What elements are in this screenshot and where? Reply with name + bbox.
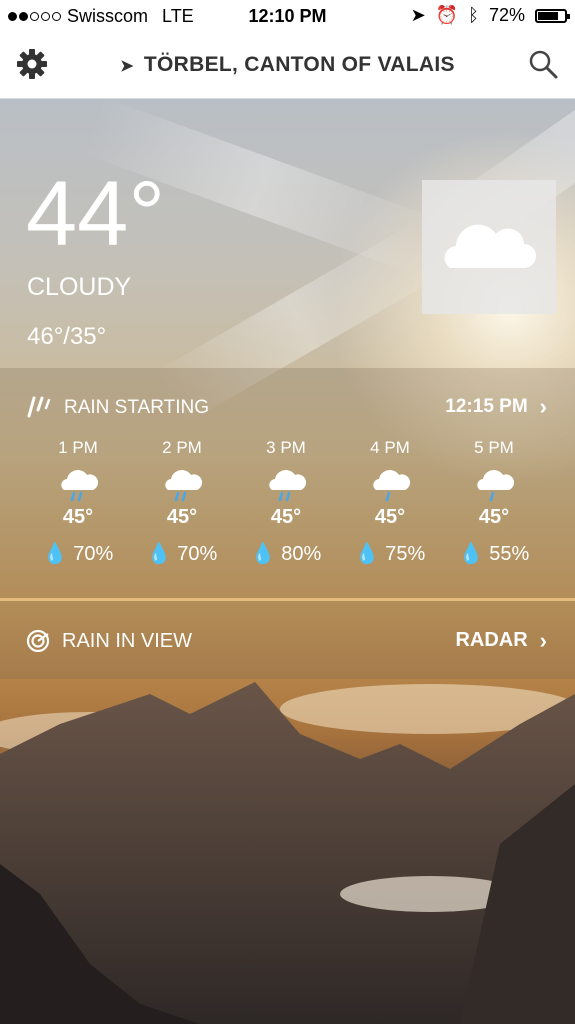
hour-time: 4 PM <box>370 438 410 457</box>
rain-starting-label: RAIN STARTING <box>64 397 209 418</box>
hour-temperature: 45° <box>478 506 510 528</box>
rain-cloud-icon <box>477 470 515 502</box>
status-bar: Swisscom LTE 12:10 PM ➤ ⏰ ᛒ 72% <box>0 0 575 34</box>
rain-in-view-label: RAIN IN VIEW <box>62 629 193 652</box>
hour-precipitation: 💧 75% <box>338 541 442 566</box>
location-arrow-icon: ➤ <box>120 58 134 75</box>
radar-link-label: RADAR <box>455 629 528 651</box>
chevron-right-icon: › <box>539 394 547 419</box>
hour-precip-value: 75% <box>385 543 426 565</box>
rain-in-view: RAIN IN VIEW <box>26 629 192 653</box>
hour-time: 3 PM <box>266 438 306 457</box>
rain-starting-header: RAIN STARTING <box>26 396 209 420</box>
radar-link[interactable]: RADAR › <box>455 629 547 652</box>
hour-time: 1 PM <box>58 438 98 457</box>
condition-icon-box <box>422 180 556 314</box>
battery-icon <box>535 8 570 23</box>
bluetooth-icon: ᛒ <box>468 5 479 25</box>
alarm-icon: ⏰ <box>435 5 459 25</box>
radar-row[interactable]: RAIN IN VIEW RADAR › <box>0 601 575 679</box>
hour-precip-value: 55% <box>489 543 530 565</box>
hour-item: 3 PM 45° 💧 80% <box>234 438 338 566</box>
location-name: TÖRBEL, CANTON OF VALAIS <box>143 53 455 76</box>
hour-temperature: 45° <box>166 506 198 528</box>
current-condition: CLOUDY <box>27 273 132 301</box>
hour-temperature: 45° <box>62 506 94 528</box>
rain-drops-icon <box>27 396 51 418</box>
status-right: ➤ ⏰ ᛒ 72% <box>410 5 570 26</box>
hour-item: 4 PM 45° 💧 75% <box>338 438 442 566</box>
rain-forecast-panel[interactable]: RAIN STARTING 12:15 PM › 1 PM 45° 💧 70% … <box>0 368 575 598</box>
hour-item: 1 PM 45° 💧 70% <box>26 438 130 566</box>
radar-icon <box>26 629 50 653</box>
hour-precipitation: 💧 70% <box>130 541 234 566</box>
rain-start-time[interactable]: 12:15 PM › <box>445 396 547 418</box>
weather-screen: Swisscom LTE 12:10 PM ➤ ⏰ ᛒ 72% ➤ TÖRBEL… <box>0 0 575 1024</box>
hour-precip-value: 70% <box>177 543 218 565</box>
chevron-right-icon: › <box>539 627 547 653</box>
nav-bar: ➤ TÖRBEL, CANTON OF VALAIS <box>0 34 575 99</box>
hour-time: 5 PM <box>474 438 514 457</box>
raindrop-icon: 💧 <box>354 543 380 565</box>
location-title[interactable]: ➤ TÖRBEL, CANTON OF VALAIS <box>0 53 575 77</box>
raindrop-icon: 💧 <box>146 543 172 565</box>
hour-item: 5 PM 45° 💧 55% <box>442 438 546 566</box>
raindrop-icon: 💧 <box>250 543 276 565</box>
cloud-icon <box>444 224 536 268</box>
hour-precipitation: 💧 70% <box>26 541 130 566</box>
hour-precipitation: 💧 55% <box>442 541 546 566</box>
rain-cloud-icon <box>165 470 203 502</box>
hour-temperature: 45° <box>270 506 302 528</box>
raindrop-icon: 💧 <box>42 543 68 565</box>
rain-cloud-icon <box>61 470 99 502</box>
hour-temperature: 45° <box>374 506 406 528</box>
rain-cloud-icon <box>373 470 411 502</box>
hourly-forecast: 1 PM 45° 💧 70% 2 PM 45° 💧 70% 3 PM 45° 💧… <box>0 438 575 588</box>
rain-start-time-value: 12:15 PM <box>445 396 528 417</box>
hour-precip-value: 70% <box>73 543 114 565</box>
search-icon[interactable] <box>527 48 559 80</box>
raindrop-icon: 💧 <box>458 543 484 565</box>
current-temperature: 44° <box>26 163 166 265</box>
battery-percent: 72% <box>488 5 525 25</box>
hour-precipitation: 💧 80% <box>234 541 338 566</box>
mountains-image <box>0 682 575 1024</box>
rain-cloud-icon <box>269 470 307 502</box>
hour-item: 2 PM 45° 💧 70% <box>130 438 234 566</box>
high-low-temperature: 46°/35° <box>27 323 107 350</box>
hour-precip-value: 80% <box>281 543 322 565</box>
hour-time: 2 PM <box>162 438 202 457</box>
location-arrow-icon: ➤ <box>410 5 426 25</box>
